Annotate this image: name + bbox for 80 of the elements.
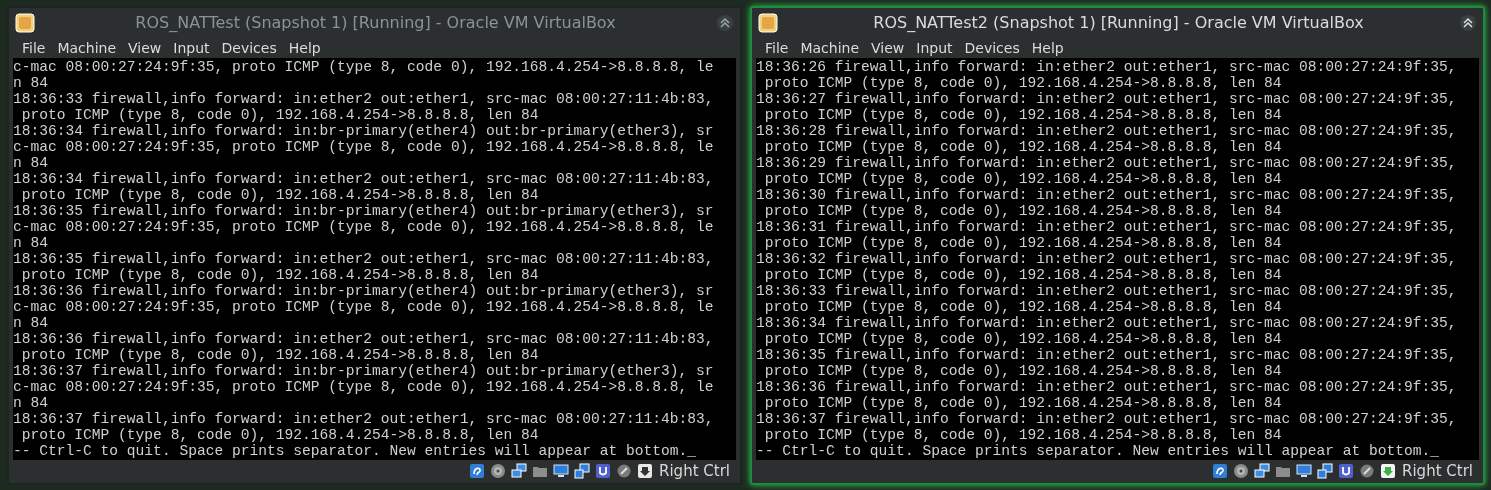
terminal-line: proto ICMP (type 8, code 0), 192.168.4.254->8.8.8.8, len 84 [763,235,1283,251]
terminal-line: n 84 [13,155,50,171]
terminal-line: 18:36:34 firewall,info forward: in:ether2 out:ether1, src-mac 08:00:27:11:4b:83, [13,171,715,187]
usb-icon[interactable] [1338,463,1355,479]
menu-item[interactable]: Help [283,38,326,58]
menu-item[interactable]: Devices [959,38,1025,58]
terminal-line: 18:36:34 firewall,info forward: in:br-primary(ether4) out:br-primary(ether3), sr [13,123,715,139]
collapse-icon[interactable] [1459,14,1477,32]
display-icon[interactable] [1296,463,1313,479]
terminal-line: c-mac 08:00:27:24:9f:35, proto ICMP (type 8, code 0), 192.168.4.254->8.8.8.8, le [13,59,715,75]
terminal-line: c-mac 08:00:27:24:9f:35, proto ICMP (type 8, code 0), 192.168.4.254->8.8.8.8, le [13,379,715,395]
display-icon[interactable] [553,463,570,479]
window-title: ROS_NATTest (Snapshot 1) [Running] - Oracle VM VirtualBox [135,12,616,34]
optical-disc-icon[interactable] [1233,463,1250,479]
terminal-line: 18:36:34 firewall,info forward: in:ether2 out:ether1, src-mac 08:00:27:24:9f:35, [756,315,1458,331]
terminal-line: 18:36:33 firewall,info forward: in:ether2 out:ether1, src-mac 08:00:27:24:9f:35, [756,283,1458,299]
terminal-line: 18:36:27 firewall,info forward: in:ether2 out:ether1, src-mac 08:00:27:24:9f:35, [756,91,1458,107]
menu-item[interactable]: File [17,38,51,58]
terminal-line: -- Ctrl-C to quit. Space prints separator. New entries will appear at bottom._ [13,443,698,459]
menu-item[interactable]: Machine [795,38,865,58]
terminal-line: c-mac 08:00:27:24:9f:35, proto ICMP (type 8, code 0), 192.168.4.254->8.8.8.8, le [13,139,715,155]
terminal-line: c-mac 08:00:27:24:9f:35, proto ICMP (type 8, code 0), 192.168.4.254->8.8.8.8, le [13,219,715,235]
terminal-line: 18:36:31 firewall,info forward: in:ether2 out:ether1, src-mac 08:00:27:24:9f:35, [756,219,1458,235]
terminal-line: 18:36:36 firewall,info forward: in:br-primary(ether4) out:br-primary(ether3), sr [13,283,715,299]
menu-item[interactable]: Machine [52,38,122,58]
terminal-line: proto ICMP (type 8, code 0), 192.168.4.254->8.8.8.8, len 84 [763,395,1283,411]
optical-disc-icon[interactable] [490,463,507,479]
terminal-line: 18:36:30 firewall,info forward: in:ether2 out:ether1, src-mac 08:00:27:24:9f:35, [756,187,1458,203]
terminal-line: 18:36:29 firewall,info forward: in:ether2 out:ether1, src-mac 08:00:27:24:9f:35, [756,155,1458,171]
terminal-line: c-mac 08:00:27:24:9f:35, proto ICMP (type 8, code 0), 192.168.4.254->8.8.8.8, le [13,299,715,315]
terminal-line: 18:36:33 firewall,info forward: in:ether2 out:ether1, src-mac 08:00:27:11:4b:83, [13,91,715,107]
terminal-line: proto ICMP (type 8, code 0), 192.168.4.254->8.8.8.8, len 84 [20,107,540,123]
terminal-line: 18:36:36 firewall,info forward: in:ether2 out:ether1, src-mac 08:00:27:11:4b:83, [13,331,715,347]
terminal-line: proto ICMP (type 8, code 0), 192.168.4.254->8.8.8.8, len 84 [20,427,540,443]
menu-item[interactable]: View [866,38,910,58]
menu-item[interactable]: Input [168,38,215,58]
host-key-label: Right Ctrl [1402,460,1473,482]
terminal-line: proto ICMP (type 8, code 0), 192.168.4.254->8.8.8.8, len 84 [20,267,540,283]
window-title: ROS_NATTest2 (Snapshot 1) [Running] - Oracle VM VirtualBox [873,12,1364,34]
usb-icon[interactable] [595,463,612,479]
network-icon[interactable] [511,463,528,479]
terminal-line: proto ICMP (type 8, code 0), 192.168.4.254->8.8.8.8, len 84 [763,171,1283,187]
terminal-line: proto ICMP (type 8, code 0), 192.168.4.254->8.8.8.8, len 84 [763,331,1283,347]
keyboard-capture-icon[interactable] [637,463,654,479]
terminal-line: 18:36:37 firewall,info forward: in:ether2 out:ether1, src-mac 08:00:27:11:4b:83, [13,411,715,427]
terminal-line: 18:36:26 firewall,info forward: in:ether2 out:ether1, src-mac 08:00:27:24:9f:35, [756,59,1458,75]
terminal-line: proto ICMP (type 8, code 0), 192.168.4.254->8.8.8.8, len 84 [763,75,1283,91]
terminal-line: proto ICMP (type 8, code 0), 192.168.4.254->8.8.8.8, len 84 [763,107,1283,123]
terminal-line: proto ICMP (type 8, code 0), 192.168.4.254->8.8.8.8, len 84 [763,267,1283,283]
app-icon [758,13,778,33]
terminal-line: proto ICMP (type 8, code 0), 192.168.4.254->8.8.8.8, len 84 [20,187,540,203]
terminal-line: 18:36:35 firewall,info forward: in:ether2 out:ether1, src-mac 08:00:27:11:4b:83, [13,251,715,267]
menu-item[interactable]: Input [911,38,958,58]
terminal-line: proto ICMP (type 8, code 0), 192.168.4.254->8.8.8.8, len 84 [20,347,540,363]
keyboard-capture-icon[interactable] [1380,463,1397,479]
terminal-line: 18:36:28 firewall,info forward: in:ether2 out:ether1, src-mac 08:00:27:24:9f:35, [756,123,1458,139]
terminal-line: n 84 [13,75,50,91]
menu-item[interactable]: Help [1026,38,1069,58]
terminal-line: 18:36:37 firewall,info forward: in:ether2 out:ether1, src-mac 08:00:27:24:9f:35, [756,411,1458,427]
terminal-line: n 84 [13,235,50,251]
terminal-line: n 84 [13,395,50,411]
terminal-line: 18:36:32 firewall,info forward: in:ether2 out:ether1, src-mac 08:00:27:24:9f:35, [756,251,1458,267]
menu-item[interactable]: Devices [216,38,282,58]
terminal-line: proto ICMP (type 8, code 0), 192.168.4.254->8.8.8.8, len 84 [763,427,1283,443]
terminal-line: n 84 [13,315,50,331]
terminal-line: proto ICMP (type 8, code 0), 192.168.4.254->8.8.8.8, len 84 [763,139,1283,155]
terminal-line: 18:36:35 firewall,info forward: in:ether2 out:ether1, src-mac 08:00:27:24:9f:35, [756,347,1458,363]
terminal-line: proto ICMP (type 8, code 0), 192.168.4.254->8.8.8.8, len 84 [763,363,1283,379]
host-key-label: Right Ctrl [659,460,730,482]
collapse-icon[interactable] [716,14,734,32]
terminal-line: 18:36:36 firewall,info forward: in:ether2 out:ether1, src-mac 08:00:27:24:9f:35, [756,379,1458,395]
app-icon [15,13,35,33]
menu-item[interactable]: File [760,38,794,58]
terminal-line: 18:36:37 firewall,info forward: in:br-primary(ether4) out:br-primary(ether3), sr [13,363,715,379]
terminal-line: proto ICMP (type 8, code 0), 192.168.4.254->8.8.8.8, len 84 [763,203,1283,219]
menu-item[interactable]: View [123,38,167,58]
network-icon[interactable] [1254,463,1271,479]
terminal-line: -- Ctrl-C to quit. Space prints separator. New entries will appear at bottom._ [756,443,1441,459]
terminal-line: 18:36:35 firewall,info forward: in:br-primary(ether4) out:br-primary(ether3), sr [13,203,715,219]
terminal-line: proto ICMP (type 8, code 0), 192.168.4.254->8.8.8.8, len 84 [763,299,1283,315]
